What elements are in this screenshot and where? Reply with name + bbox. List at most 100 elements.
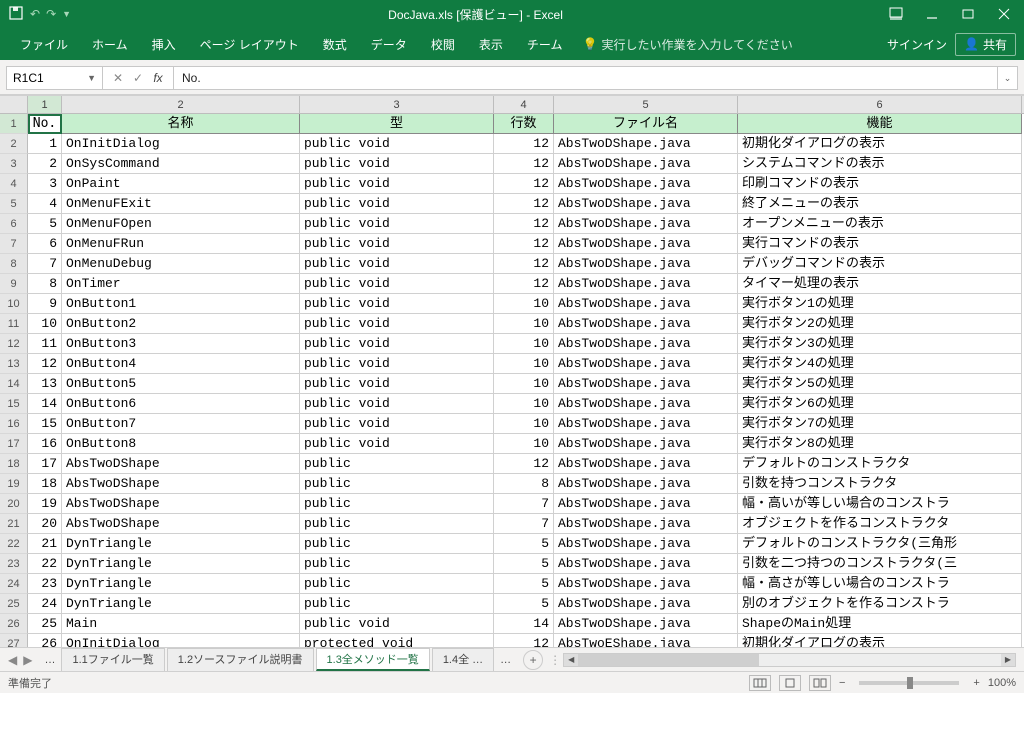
cell[interactable]: public — [300, 494, 494, 514]
col-header[interactable]: 3 — [300, 96, 494, 113]
sheet-nav-prev-icon[interactable]: ◀ — [6, 653, 19, 667]
cell[interactable]: AbsTwoDShape.java — [554, 394, 738, 414]
cell[interactable]: 幅・高いが等しい場合のコンストラ — [738, 494, 1022, 514]
cell[interactable]: OnButton5 — [62, 374, 300, 394]
cell[interactable]: protected void — [300, 634, 494, 647]
cell[interactable]: AbsTwoDShape.java — [554, 494, 738, 514]
cell[interactable]: 24 — [28, 594, 62, 614]
cell[interactable]: public void — [300, 194, 494, 214]
cell[interactable]: public — [300, 474, 494, 494]
close-button[interactable] — [988, 2, 1020, 26]
signin-link[interactable]: サインイン — [887, 36, 947, 53]
cell[interactable]: public — [300, 534, 494, 554]
cell[interactable]: 初期化ダイアログの表示 — [738, 134, 1022, 154]
cell[interactable]: public void — [300, 214, 494, 234]
cell[interactable]: AbsTwoDShape.java — [554, 214, 738, 234]
cell[interactable]: OnButton3 — [62, 334, 300, 354]
cell[interactable]: AbsTwoDShape.java — [554, 514, 738, 534]
row-header[interactable]: 22 — [0, 534, 28, 554]
cell[interactable]: 21 — [28, 534, 62, 554]
name-box[interactable]: R1C1 ▼ — [7, 67, 103, 89]
cell[interactable]: public void — [300, 294, 494, 314]
cell[interactable]: AbsTwoDShape.java — [554, 534, 738, 554]
row-header[interactable]: 6 — [0, 214, 28, 234]
scroll-left-icon[interactable]: ◀ — [564, 654, 578, 666]
cell[interactable]: DynTriangle — [62, 534, 300, 554]
cell[interactable]: OnPaint — [62, 174, 300, 194]
cell[interactable]: 14 — [494, 614, 554, 634]
cell[interactable]: public — [300, 574, 494, 594]
row-header[interactable]: 2 — [0, 134, 28, 154]
cell[interactable]: OnMenuFExit — [62, 194, 300, 214]
cell[interactable]: 12 — [494, 454, 554, 474]
cell[interactable]: public void — [300, 434, 494, 454]
sheet-tab[interactable]: 1.3全メソッド一覧 — [316, 648, 430, 671]
row-header[interactable]: 23 — [0, 554, 28, 574]
ribbon-tab[interactable]: 数式 — [311, 30, 359, 59]
cell[interactable]: 10 — [494, 414, 554, 434]
ribbon-tab[interactable]: ホーム — [80, 30, 140, 59]
cell[interactable]: 10 — [494, 294, 554, 314]
cell[interactable]: 4 — [28, 194, 62, 214]
cell[interactable]: 14 — [28, 394, 62, 414]
cell[interactable]: 実行ボタン1の処理 — [738, 294, 1022, 314]
cell[interactable]: public void — [300, 274, 494, 294]
spreadsheet-grid[interactable]: 1 2 3 4 5 6 1 No. 名称 型 行数 ファイル名 機能 21OnI… — [0, 95, 1024, 647]
cell[interactable]: 型 — [300, 114, 494, 134]
cell[interactable]: OnMenuFRun — [62, 234, 300, 254]
tell-me[interactable]: 💡 実行したい作業を入力してください — [582, 36, 792, 53]
row-header[interactable]: 8 — [0, 254, 28, 274]
cell[interactable]: タイマー処理の表示 — [738, 274, 1022, 294]
cell[interactable]: 幅・高さが等しい場合のコンストラ — [738, 574, 1022, 594]
col-header[interactable]: 2 — [62, 96, 300, 113]
cell[interactable]: public void — [300, 414, 494, 434]
cell[interactable]: public void — [300, 614, 494, 634]
cell[interactable]: public void — [300, 374, 494, 394]
cell[interactable]: 23 — [28, 574, 62, 594]
cell[interactable]: public void — [300, 394, 494, 414]
cell[interactable]: AbsTwoDShape.java — [554, 174, 738, 194]
cell[interactable]: 12 — [28, 354, 62, 374]
cell[interactable]: public void — [300, 174, 494, 194]
minimize-button[interactable] — [916, 2, 948, 26]
cell[interactable]: public — [300, 594, 494, 614]
cell[interactable]: 5 — [494, 594, 554, 614]
cell[interactable]: 12 — [494, 254, 554, 274]
cell[interactable]: 20 — [28, 514, 62, 534]
cell[interactable]: 5 — [494, 554, 554, 574]
cell[interactable]: AbsTwoDShape.java — [554, 254, 738, 274]
cell[interactable]: 実行コマンドの表示 — [738, 234, 1022, 254]
cell[interactable]: public void — [300, 234, 494, 254]
cell[interactable]: 実行ボタン3の処理 — [738, 334, 1022, 354]
cell[interactable]: 行数 — [494, 114, 554, 134]
cell[interactable]: 17 — [28, 454, 62, 474]
cell[interactable]: 別のオブジェクトを作るコンストラ — [738, 594, 1022, 614]
cell[interactable]: デバッグコマンドの表示 — [738, 254, 1022, 274]
cell[interactable]: 26 — [28, 634, 62, 647]
horizontal-scrollbar[interactable]: ◀ ▶ — [563, 653, 1016, 667]
cell[interactable]: 3 — [28, 174, 62, 194]
cell[interactable]: public void — [300, 254, 494, 274]
col-header[interactable]: 5 — [554, 96, 738, 113]
cell[interactable]: 実行ボタン7の処理 — [738, 414, 1022, 434]
cell[interactable]: 12 — [494, 274, 554, 294]
cancel-formula-icon[interactable]: ✕ — [109, 71, 127, 85]
cell[interactable]: DynTriangle — [62, 594, 300, 614]
cell[interactable]: AbsTwoDShape — [62, 454, 300, 474]
cell[interactable]: public void — [300, 154, 494, 174]
share-button[interactable]: 👤 共有 — [955, 33, 1016, 56]
ribbon-tab[interactable]: 挿入 — [140, 30, 188, 59]
row-header[interactable]: 4 — [0, 174, 28, 194]
cell[interactable]: AbsTwoDShape — [62, 514, 300, 534]
cell[interactable]: 19 — [28, 494, 62, 514]
row-header[interactable]: 21 — [0, 514, 28, 534]
active-cell[interactable]: No. — [28, 114, 62, 134]
cell[interactable]: 12 — [494, 214, 554, 234]
cell[interactable]: AbsTwoDShape.java — [554, 294, 738, 314]
row-header[interactable]: 13 — [0, 354, 28, 374]
cell[interactable]: 8 — [28, 274, 62, 294]
row-header[interactable]: 20 — [0, 494, 28, 514]
cell[interactable]: 13 — [28, 374, 62, 394]
scroll-thumb[interactable] — [578, 654, 758, 666]
cell[interactable]: 10 — [494, 354, 554, 374]
